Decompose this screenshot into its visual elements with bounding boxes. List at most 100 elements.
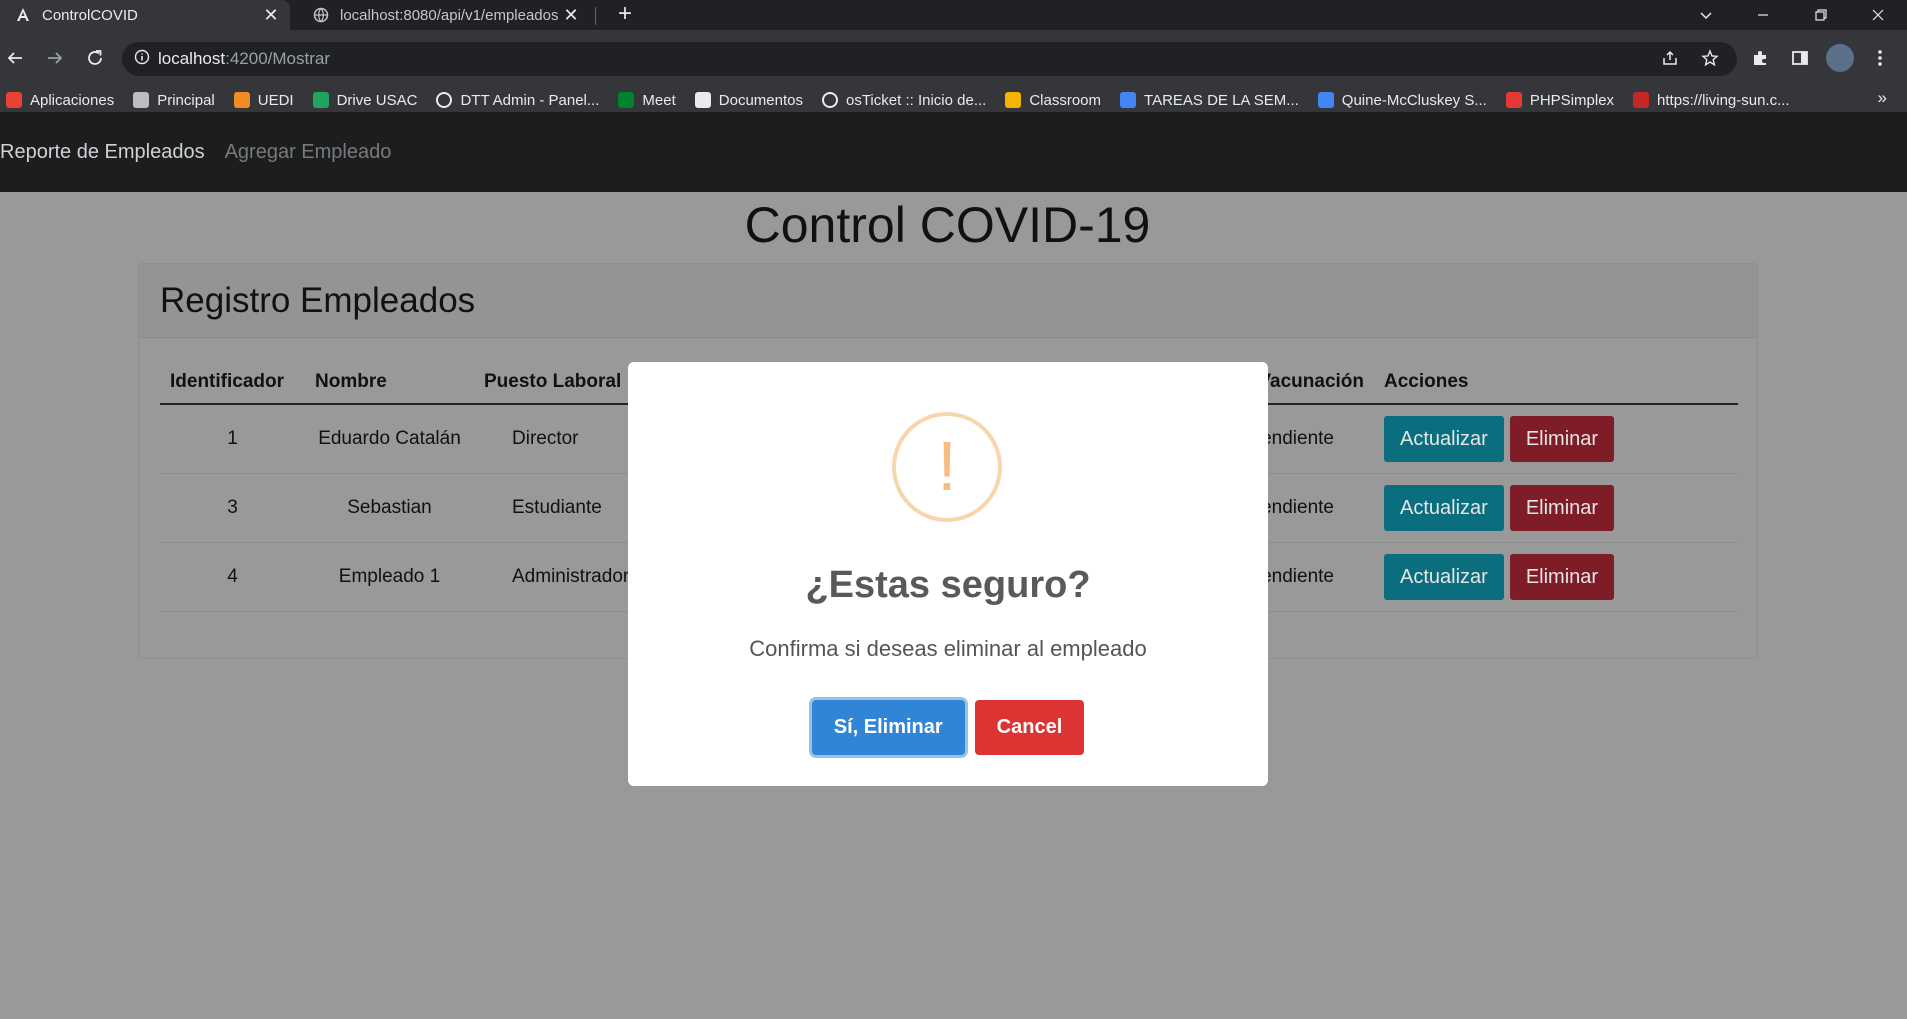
bookmark-label: https://living-sun.c...: [1657, 91, 1790, 109]
drive-icon: [312, 92, 329, 108]
minimize-icon[interactable]: [1740, 0, 1786, 30]
bookmark-item[interactable]: TAREAS DE LA SEM...: [1120, 92, 1299, 109]
cell-id: 3: [160, 473, 305, 543]
extensions-icon[interactable]: [1746, 44, 1774, 72]
address-bar[interactable]: localhost:4200/Mostrar: [122, 42, 1737, 76]
docs-icon: [1120, 92, 1137, 108]
bookmark-item[interactable]: DTT Admin - Panel...: [436, 92, 599, 109]
site-icon: [694, 92, 711, 108]
new-tab-button[interactable]: +: [612, 2, 638, 28]
angular-icon: [14, 6, 32, 24]
tab-controlcovid[interactable]: ControlCOVID ✕: [0, 0, 290, 30]
dialog-text: Confirma si deseas eliminar al empleado: [749, 636, 1147, 661]
tab-title: localhost:8080/api/v1/empleados: [340, 6, 559, 24]
cell-name: Sebastian: [305, 473, 474, 543]
url-path: :4200/Mostrar: [225, 49, 330, 68]
bookmark-item[interactable]: https://living-sun.c...: [1633, 92, 1790, 109]
cell-id: 1: [160, 404, 305, 474]
bookmark-item[interactable]: Drive USAC: [312, 91, 418, 109]
browser-tab-bar: ControlCOVID ✕ localhost:8080/api/v1/emp…: [0, 0, 1907, 30]
bookmark-label: Meet: [642, 91, 676, 109]
info-icon[interactable]: [134, 49, 150, 70]
col-acciones: Acciones: [1374, 360, 1738, 405]
close-window-icon[interactable]: [1855, 0, 1901, 30]
bookmark-label: Documentos: [718, 91, 803, 109]
bookmark-item[interactable]: Meet: [618, 91, 676, 109]
col-nombre: Nombre: [305, 360, 474, 405]
avatar: [1826, 44, 1854, 72]
globe-icon: [436, 92, 453, 108]
nav-agregar-empleado[interactable]: Agregar Empleado: [225, 141, 392, 164]
warning-icon: !: [892, 412, 1002, 522]
cell-name: Eduardo Catalán: [305, 404, 474, 474]
bookmark-label: Aplicaciones: [30, 91, 115, 109]
cell-actions: Actualizar Eliminar: [1374, 542, 1738, 612]
bookmark-item[interactable]: Documentos: [694, 91, 803, 109]
calculator-icon: [1505, 92, 1522, 108]
cell-name: Empleado 1: [305, 542, 474, 612]
bookmark-label: Drive USAC: [336, 91, 418, 109]
bookmark-label: TAREAS DE LA SEM...: [1144, 91, 1299, 109]
restore-icon[interactable]: [1798, 0, 1844, 30]
close-tab-icon[interactable]: ✕: [260, 4, 282, 26]
meet-icon: [618, 92, 635, 108]
delete-button[interactable]: Eliminar: [1509, 553, 1615, 600]
delete-button[interactable]: Eliminar: [1509, 484, 1615, 531]
cell-actions: Actualizar Eliminar: [1374, 404, 1738, 474]
bookmark-item[interactable]: Quine-McCluskey S...: [1317, 91, 1487, 109]
site-icon: [1633, 92, 1650, 108]
confirm-delete-button[interactable]: Sí, Eliminar: [811, 700, 965, 755]
forward-icon[interactable]: [40, 43, 70, 73]
bookmark-item[interactable]: Classroom: [1005, 92, 1101, 109]
cell-id: 4: [160, 542, 305, 612]
update-button[interactable]: Actualizar: [1384, 484, 1504, 531]
col-identificador: Identificador: [160, 360, 305, 405]
bookmark-item[interactable]: osTicket :: Inicio de...: [821, 91, 987, 109]
bookmark-item[interactable]: Principal: [133, 92, 215, 109]
tab-api-empleados[interactable]: localhost:8080/api/v1/empleados ✕: [300, 0, 590, 30]
page-title: Control COVID-19: [744, 197, 1151, 253]
globe-icon: [821, 92, 838, 108]
bookmark-label: PHPSimplex: [1529, 91, 1615, 109]
side-panel-icon[interactable]: [1786, 44, 1814, 72]
share-icon[interactable]: [1656, 44, 1684, 72]
dialog-actions: Sí, Eliminar Cancel: [628, 700, 1268, 755]
card-title: Registro Empleados: [160, 280, 476, 320]
close-tab-icon[interactable]: ✕: [560, 4, 582, 26]
card-header: Registro Empleados: [139, 264, 1757, 338]
url-text: localhost:4200/Mostrar: [158, 49, 330, 69]
reload-icon[interactable]: [80, 43, 110, 73]
back-icon[interactable]: [0, 43, 30, 73]
bookmark-label: Quine-McCluskey S...: [1341, 91, 1487, 109]
bookmark-label: UEDI: [257, 91, 294, 109]
tab-separator: [595, 7, 596, 25]
site-icon: [133, 92, 150, 108]
bookmarks-bar: Aplicaciones Principal UEDI Drive USAC DTT A…: [0, 88, 1907, 112]
bookmark-item[interactable]: PHPSimplex: [1505, 91, 1615, 109]
bookmark-label: Classroom: [1029, 91, 1102, 109]
bookmark-item[interactable]: UEDI: [233, 91, 294, 109]
cell-actions: Actualizar Eliminar: [1374, 473, 1738, 543]
bookmark-label: DTT Admin - Panel...: [460, 91, 600, 109]
bookmark-label: osTicket :: Inicio de...: [845, 91, 987, 109]
url-host: localhost: [158, 49, 226, 68]
browser-toolbar: localhost:4200/Mostrar: [0, 30, 1907, 88]
tab-search-icon[interactable]: [1683, 0, 1729, 30]
confirm-delete-dialog: ! ¿Estas seguro? Confirma si deseas elim…: [628, 362, 1268, 786]
nav-reporte-empleados[interactable]: Reporte de Empleados: [0, 141, 205, 164]
apps-grid-icon: [6, 92, 22, 108]
classroom-icon: [1005, 92, 1022, 108]
bookmark-star-icon[interactable]: [1696, 44, 1724, 72]
update-button[interactable]: Actualizar: [1384, 553, 1504, 600]
cancel-button[interactable]: Cancel: [974, 700, 1085, 755]
update-button[interactable]: Actualizar: [1384, 415, 1504, 462]
app-navbar: Reporte de Empleados Agregar Empleado: [0, 112, 1907, 192]
bookmark-item[interactable]: Aplicaciones: [6, 92, 114, 109]
delete-button[interactable]: Eliminar: [1509, 415, 1615, 462]
globe-icon: [312, 6, 330, 24]
bookmark-label: Principal: [157, 91, 215, 109]
profile-avatar[interactable]: [1826, 44, 1854, 72]
site-icon: [233, 92, 250, 108]
menu-kebab-icon[interactable]: [1866, 44, 1894, 72]
bookmarks-overflow-icon[interactable]: »: [1878, 88, 1887, 108]
